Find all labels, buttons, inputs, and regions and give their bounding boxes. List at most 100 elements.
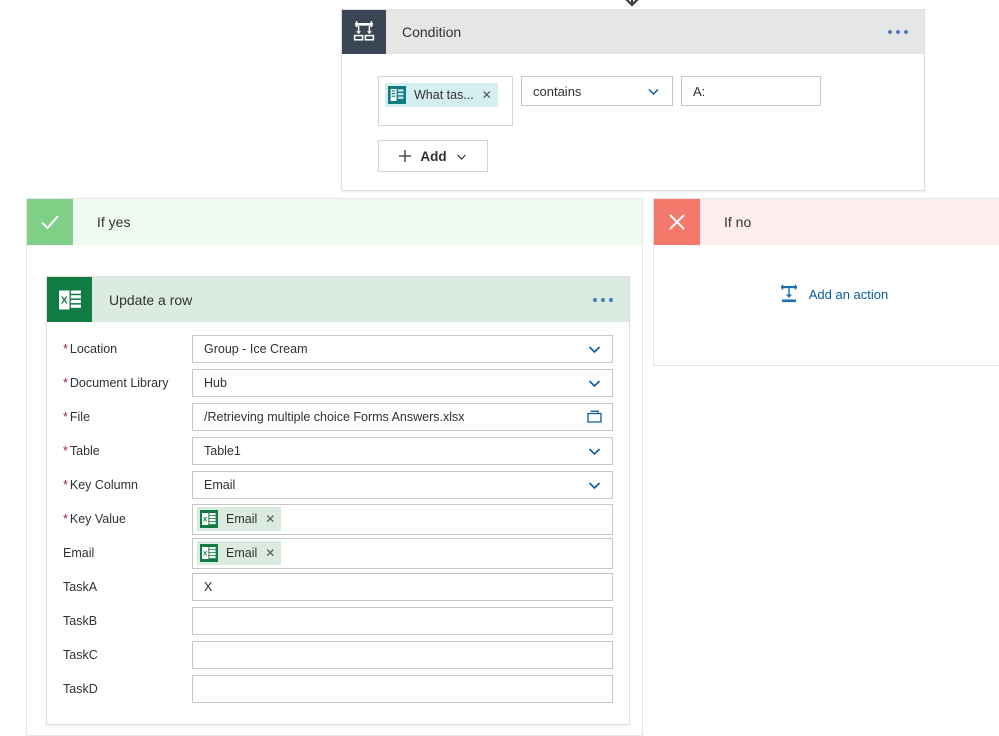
chevron-down-icon bbox=[588, 481, 601, 489]
field-label: * Table bbox=[63, 444, 192, 458]
field-value: Hub bbox=[204, 376, 227, 390]
field-select-table[interactable]: Table1 bbox=[192, 437, 613, 465]
excel-token-chip[interactable]: X Email ✕ bbox=[197, 507, 282, 531]
chevron-down-icon bbox=[588, 447, 601, 455]
branch-if-yes-label: If yes bbox=[97, 214, 131, 230]
close-icon[interactable]: ✕ bbox=[265, 512, 275, 526]
chevron-down-icon bbox=[456, 154, 466, 160]
field-value: /Retrieving multiple choice Forms Answer… bbox=[204, 410, 465, 424]
condition-right-operand-value: A: bbox=[693, 83, 706, 99]
field-label: * Key Column bbox=[63, 478, 192, 492]
condition-title: Condition bbox=[402, 24, 462, 40]
required-asterisk: * bbox=[63, 376, 68, 390]
branch-if-no: If no Add an action bbox=[653, 198, 999, 366]
field-file-picker[interactable]: /Retrieving multiple choice Forms Answer… bbox=[192, 403, 613, 431]
required-asterisk: * bbox=[63, 444, 68, 458]
field-token-input-key-value[interactable]: X Email ✕ bbox=[192, 503, 613, 535]
update-a-row-header[interactable]: X Update a row bbox=[47, 277, 629, 322]
field-row: Email X Email ✕ bbox=[63, 536, 613, 570]
required-asterisk: * bbox=[63, 512, 68, 526]
field-label: TaskD bbox=[63, 682, 192, 696]
field-text-input-taskc[interactable] bbox=[192, 641, 613, 669]
folder-picker-icon[interactable] bbox=[586, 408, 604, 426]
field-text-input-taska[interactable]: X bbox=[192, 573, 613, 601]
forms-token-chip[interactable]: What tas... ✕ bbox=[385, 83, 498, 107]
excel-token-label: Email bbox=[226, 512, 258, 526]
required-asterisk: * bbox=[63, 410, 68, 424]
condition-body: What tas... ✕ contains A: Add bbox=[342, 54, 924, 190]
field-row: * Document Library Hub bbox=[63, 366, 613, 400]
checkmark-icon bbox=[27, 199, 73, 245]
field-row: TaskD bbox=[63, 672, 613, 706]
field-row: * Key Column Email bbox=[63, 468, 613, 502]
chevron-down-icon bbox=[648, 88, 659, 95]
svg-text:X: X bbox=[203, 516, 208, 523]
field-select-key-column[interactable]: Email bbox=[192, 471, 613, 499]
condition-operator-value: contains bbox=[533, 83, 582, 99]
field-token-input-email[interactable]: X Email ✕ bbox=[192, 537, 613, 569]
condition-add-label: Add bbox=[420, 148, 447, 164]
field-value: X bbox=[204, 580, 213, 594]
field-value: Email bbox=[204, 478, 236, 492]
field-label-text: Key Column bbox=[69, 478, 138, 492]
required-asterisk: * bbox=[63, 342, 68, 356]
field-select-location[interactable]: Group - Ice Cream bbox=[192, 335, 613, 363]
chevron-down-icon bbox=[588, 345, 601, 353]
field-label-text: TaskA bbox=[63, 580, 98, 594]
excel-icon: X bbox=[47, 277, 92, 322]
condition-card-header[interactable]: Condition bbox=[342, 10, 924, 54]
condition-card: Condition What tas... ✕ contains A: Add bbox=[341, 9, 925, 191]
field-row: * Location Group - Ice Cream bbox=[63, 332, 613, 366]
field-label: * Key Value bbox=[63, 512, 192, 526]
field-label-text: Location bbox=[69, 342, 118, 356]
required-asterisk: * bbox=[63, 478, 68, 492]
add-an-action-button[interactable]: Add an action bbox=[654, 283, 999, 305]
chevron-down-icon bbox=[588, 379, 601, 387]
condition-branch-icon bbox=[342, 10, 386, 54]
condition-add-button[interactable]: Add bbox=[378, 140, 488, 172]
field-text-input-taskd[interactable] bbox=[192, 675, 613, 703]
close-icon[interactable]: ✕ bbox=[482, 88, 492, 102]
branch-if-yes-header: If yes bbox=[27, 199, 642, 245]
field-label-text: Table bbox=[69, 444, 100, 458]
update-a-row-title: Update a row bbox=[109, 291, 193, 308]
field-value: Table1 bbox=[204, 444, 241, 458]
condition-right-operand-input[interactable]: A: bbox=[681, 76, 821, 106]
svg-text:X: X bbox=[60, 295, 67, 306]
condition-operator-select[interactable]: contains bbox=[521, 76, 673, 106]
close-x-icon bbox=[654, 199, 700, 245]
update-a-row-menu-ellipsis-icon[interactable] bbox=[593, 297, 613, 302]
condition-menu-ellipsis-icon[interactable] bbox=[888, 30, 908, 34]
field-label-text: TaskB bbox=[63, 614, 98, 628]
field-label: * Document Library bbox=[63, 376, 192, 390]
forms-token-label: What tas... bbox=[414, 88, 474, 102]
condition-left-operand-field[interactable]: What tas... ✕ bbox=[378, 76, 513, 126]
field-row: * Table Table1 bbox=[63, 434, 613, 468]
svg-text:X: X bbox=[203, 550, 208, 557]
add-action-icon bbox=[780, 284, 797, 303]
field-label-text: File bbox=[69, 410, 91, 424]
field-label: * File bbox=[63, 410, 192, 424]
excel-icon: X bbox=[198, 542, 220, 564]
field-label-text: TaskC bbox=[63, 648, 98, 662]
field-value: Group - Ice Cream bbox=[204, 342, 308, 356]
field-select-document-library[interactable]: Hub bbox=[192, 369, 613, 397]
field-label-text: Key Value bbox=[69, 512, 126, 526]
field-label: TaskB bbox=[63, 614, 192, 628]
update-a-row-card: X Update a row * Location Group - Ice Crea… bbox=[46, 276, 630, 725]
branch-if-no-label: If no bbox=[724, 214, 752, 230]
branch-if-no-header: If no bbox=[654, 199, 999, 245]
field-label: TaskA bbox=[63, 580, 192, 594]
field-label: * Location bbox=[63, 342, 192, 356]
excel-token-chip[interactable]: X Email ✕ bbox=[197, 541, 282, 565]
microsoft-forms-icon bbox=[386, 84, 408, 106]
add-an-action-label: Add an action bbox=[808, 286, 889, 302]
field-label-text: Document Library bbox=[69, 376, 169, 390]
field-text-input-taskb[interactable] bbox=[192, 607, 613, 635]
field-label: Email bbox=[63, 546, 192, 560]
close-icon[interactable]: ✕ bbox=[265, 546, 275, 560]
field-row: * File/Retrieving multiple choice Forms A… bbox=[63, 400, 613, 434]
excel-icon: X bbox=[198, 508, 220, 530]
field-row: TaskB bbox=[63, 604, 613, 638]
field-row: TaskC bbox=[63, 638, 613, 672]
